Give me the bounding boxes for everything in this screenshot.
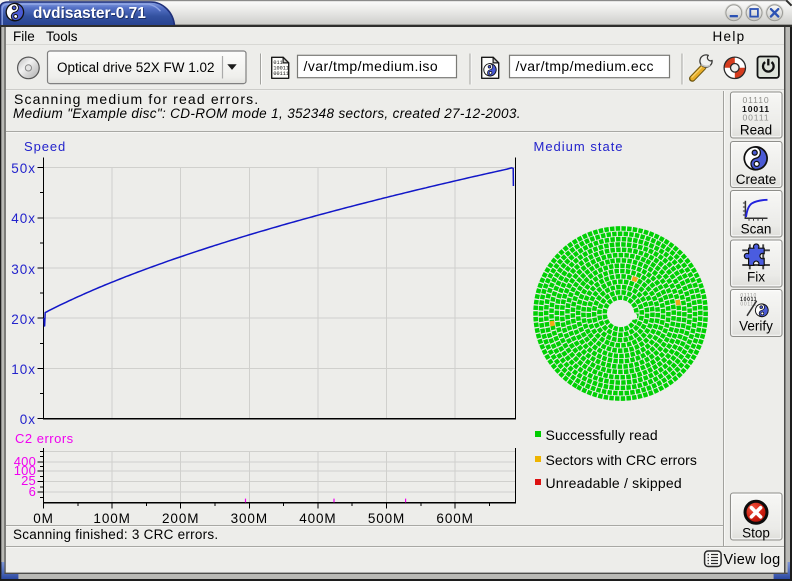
svg-text:Create: Create xyxy=(736,172,777,187)
svg-text:Scan: Scan xyxy=(741,222,772,237)
svg-text:Fix: Fix xyxy=(747,270,765,285)
svg-text:/var/tmp/medium.iso: /var/tmp/medium.iso xyxy=(304,58,439,74)
svg-text:Stop: Stop xyxy=(742,526,770,541)
svg-text:Verify: Verify xyxy=(739,319,773,334)
svg-text:00111: 00111 xyxy=(742,113,769,123)
svg-text:Read: Read xyxy=(740,123,772,138)
svg-text:Optical drive 52X FW 1.02: Optical drive 52X FW 1.02 xyxy=(57,60,215,75)
svg-text:/var/tmp/medium.ecc: /var/tmp/medium.ecc xyxy=(516,58,654,74)
svg-text:00111: 00111 xyxy=(273,71,289,77)
svg-text:dvdisaster-0.71: dvdisaster-0.71 xyxy=(33,5,146,22)
